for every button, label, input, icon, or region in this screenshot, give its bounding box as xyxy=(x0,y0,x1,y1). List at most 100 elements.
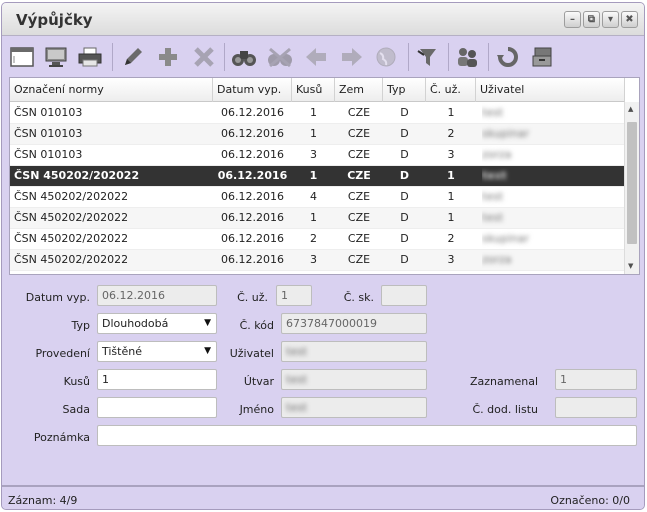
table-row[interactable]: ČSN 450202/202022 06.12.2016 1 CZE D 1 test xyxy=(10,166,625,187)
typ-select[interactable]: Dlouhodobá ▼ xyxy=(97,313,217,334)
cell-uzivatel: skupinar xyxy=(482,124,622,145)
cell-norma: ČSN 450202/202022 xyxy=(14,169,140,182)
vypujcky-window: Výpůjčky – ⧉ ▾ ✖ Označení normy Datum vy… xyxy=(1,2,645,510)
table-row[interactable]: ČSN 450202/202022 06.12.2016 2 CZE D 2 skupina… xyxy=(10,229,625,250)
sada-field[interactable] xyxy=(97,397,217,418)
print-icon[interactable] xyxy=(76,44,104,70)
cuz-field[interactable]: 1 xyxy=(276,285,312,306)
datum-label: Datum vyp. xyxy=(25,291,90,304)
table-row[interactable]: ČSN 450202/202022 06.12.2016 3 CZE D 3 zorza xyxy=(10,250,625,271)
cell-cuz: 1 xyxy=(447,106,455,119)
cell-norma: ČSN 450202/202022 xyxy=(14,190,129,203)
provedeni-select[interactable]: Tištěné ▼ xyxy=(97,341,217,362)
cdod-field[interactable] xyxy=(555,397,637,418)
cell-cuz: 1 xyxy=(447,211,455,224)
cell-uzivatel: zorza xyxy=(482,250,622,271)
find-clear-icon[interactable] xyxy=(266,44,294,70)
csk-label: Č. sk. xyxy=(343,291,374,304)
table-row[interactable]: ČSN 010103 06.12.2016 3 CZE D 3 zorza xyxy=(10,145,625,166)
poznamka-field[interactable] xyxy=(97,425,637,446)
datum-field[interactable]: 06.12.2016 xyxy=(97,285,217,306)
col-header-datum[interactable]: Datum vyp. xyxy=(213,78,292,102)
forward-arrow-icon[interactable] xyxy=(338,44,366,70)
cell-kusu: 3 xyxy=(310,253,317,266)
filter-icon[interactable] xyxy=(414,44,442,70)
cell-uzivatel: test xyxy=(482,166,622,187)
grid-scrollbar[interactable]: ▲ ▼ xyxy=(624,102,639,274)
archive-icon[interactable] xyxy=(528,44,556,70)
cell-datum: 06.12.2016 xyxy=(221,127,284,140)
grid-header: Označení normy Datum vyp. Kusů Zem Typ Č… xyxy=(10,78,625,102)
record-counter: Záznam: 4/9 xyxy=(8,494,78,507)
col-header-oznaceni[interactable]: Označení normy xyxy=(10,78,213,102)
edit-icon[interactable] xyxy=(118,44,146,70)
cell-norma: ČSN 010103 xyxy=(14,106,83,119)
csk-field[interactable] xyxy=(381,285,427,306)
cell-datum: 06.12.2016 xyxy=(221,190,284,203)
loans-grid: Označení normy Datum vyp. Kusů Zem Typ Č… xyxy=(9,77,640,275)
cell-uzivatel-value: test xyxy=(482,106,504,119)
cell-norma: ČSN 010103 xyxy=(14,148,83,161)
cell-datum: 06.12.2016 xyxy=(221,211,284,224)
cell-uzivatel: test xyxy=(482,103,622,124)
col-header-typ[interactable]: Typ xyxy=(383,78,426,102)
cell-norma: ČSN 450202/202022 xyxy=(14,211,129,224)
cell-uzivatel-value: skupinar xyxy=(482,127,530,140)
cell-cuz: 1 xyxy=(447,190,455,203)
ckod-field[interactable]: 6737847000019 xyxy=(281,313,427,334)
window-controls: – ⧉ ▾ ✖ xyxy=(564,11,638,28)
monitor-icon[interactable] xyxy=(42,44,70,70)
jmeno-field[interactable]: test xyxy=(281,397,427,418)
zaznamenal-field[interactable]: 1 xyxy=(555,369,637,390)
users-icon[interactable] xyxy=(454,44,482,70)
table-row[interactable]: ČSN 010103 06.12.2016 1 CZE D 2 skupinar xyxy=(10,124,625,145)
scroll-up-icon[interactable]: ▲ xyxy=(628,105,633,113)
close-button[interactable]: ✖ xyxy=(621,11,638,28)
col-header-cuz[interactable]: Č. už. xyxy=(426,78,476,102)
marked-counter: Označeno: 0/0 xyxy=(550,494,630,507)
uzivatel-label: Uživatel xyxy=(229,347,274,360)
recycle-icon[interactable] xyxy=(494,44,522,70)
cell-kusu: 1 xyxy=(310,106,317,119)
kusu-field[interactable]: 1 xyxy=(97,369,217,390)
typ-label: Typ xyxy=(71,319,91,332)
scroll-down-icon[interactable]: ▼ xyxy=(628,262,633,270)
restore-button[interactable]: ⧉ xyxy=(583,11,600,28)
typ-select-value: Dlouhodobá xyxy=(102,317,169,330)
cell-zem: CZE xyxy=(347,169,371,182)
cell-uzivatel-value: skupinar xyxy=(482,232,530,245)
table-row[interactable]: ČSN 450202/202022 06.12.2016 4 CZE D 1 test xyxy=(10,187,625,208)
cell-zem: CZE xyxy=(347,190,371,203)
ckod-label: Č. kód xyxy=(239,319,274,332)
uzivatel-field[interactable]: test xyxy=(281,341,427,362)
menu-button[interactable]: ▾ xyxy=(602,11,619,28)
cell-typ: D xyxy=(400,211,409,224)
add-icon[interactable] xyxy=(154,44,182,70)
back-arrow-icon[interactable] xyxy=(302,44,330,70)
cdod-label: Č. dod. listu xyxy=(472,403,539,416)
find-icon[interactable] xyxy=(230,44,258,70)
cell-datum: 06.12.2016 xyxy=(221,253,284,266)
col-header-uzivatel[interactable]: Uživatel xyxy=(476,78,625,102)
cell-typ: D xyxy=(399,169,410,182)
col-header-zem[interactable]: Zem xyxy=(335,78,383,102)
status-bar: Záznam: 4/9 Označeno: 0/0 xyxy=(2,485,644,509)
globe-icon[interactable] xyxy=(372,44,400,70)
cell-typ: D xyxy=(400,232,409,245)
col-header-kusu[interactable]: Kusů xyxy=(292,78,335,102)
delete-icon[interactable] xyxy=(190,44,218,70)
table-row[interactable]: ČSN 450202/202022 06.12.2016 1 CZE D 1 test xyxy=(10,208,625,229)
title-bar: Výpůjčky – ⧉ ▾ ✖ xyxy=(2,3,644,36)
table-row[interactable]: ČSN 010103 06.12.2016 1 CZE D 1 test xyxy=(10,103,625,124)
uzivatel-value: test xyxy=(286,345,308,358)
window-icon[interactable] xyxy=(8,44,36,70)
sada-label: Sada xyxy=(62,403,90,416)
poznamka-label: Poznámka xyxy=(33,431,90,444)
kusu-label: Kusů xyxy=(63,375,90,388)
scrollbar-thumb[interactable] xyxy=(627,122,637,244)
cell-datum: 06.12.2016 xyxy=(221,148,284,161)
minimize-button[interactable]: – xyxy=(564,11,581,28)
utvar-field[interactable]: test xyxy=(281,369,427,390)
cell-kusu: 4 xyxy=(310,190,317,203)
cell-zem: CZE xyxy=(347,127,371,140)
